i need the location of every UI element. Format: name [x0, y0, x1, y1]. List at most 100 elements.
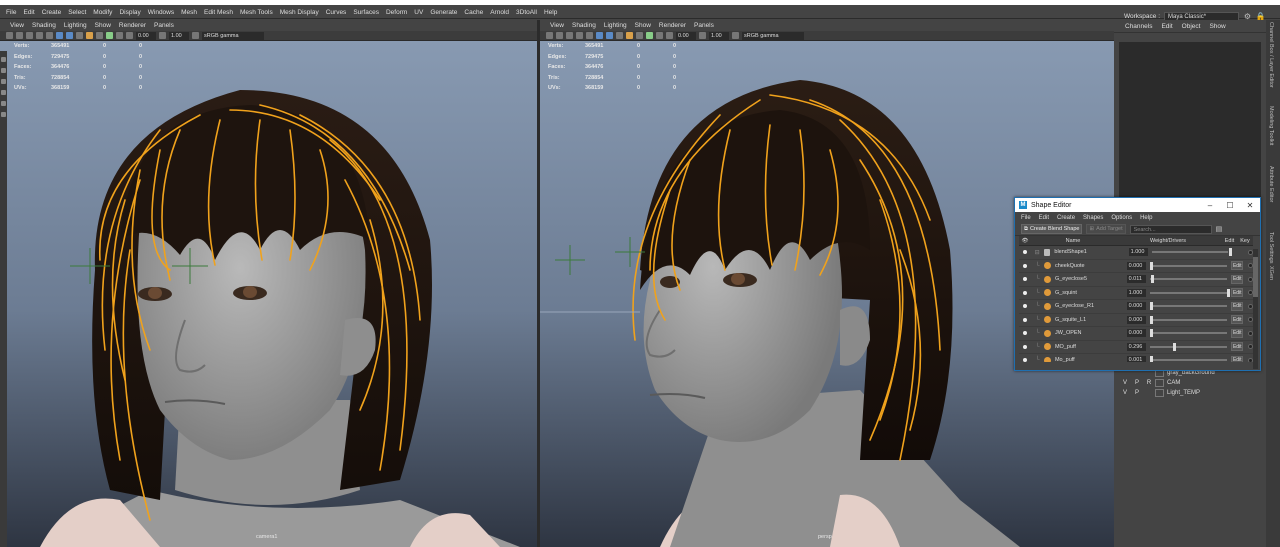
- slider-handle[interactable]: [1149, 261, 1153, 270]
- color-management-icon[interactable]: [732, 32, 739, 39]
- exposure-field[interactable]: 0.00: [676, 31, 696, 40]
- maximize-icon[interactable]: ☐: [1220, 201, 1240, 210]
- channel-box-tab-show[interactable]: Show: [1209, 23, 1225, 30]
- viewport-menu-shading[interactable]: Shading: [572, 22, 596, 29]
- weight-slider[interactable]: [1149, 275, 1228, 284]
- blend-shape-row[interactable]: ⊟ blendShape1 1.000: [1019, 246, 1253, 260]
- menu-item-edit-mesh[interactable]: Edit Mesh: [204, 9, 233, 16]
- menu-item-modify[interactable]: Modify: [93, 9, 112, 16]
- resolution-gate-icon[interactable]: [586, 32, 593, 39]
- scrollbar-thumb[interactable]: [1253, 257, 1258, 297]
- target-row[interactable]: └ cheekQuote 0.000 Edit: [1019, 260, 1253, 273]
- shape-editor-menu-shapes[interactable]: Shapes: [1083, 215, 1103, 221]
- gamma-field[interactable]: 1.00: [709, 31, 729, 40]
- gamma-icon[interactable]: [699, 32, 706, 39]
- channel-box-tab-object[interactable]: Object: [1182, 23, 1201, 30]
- menu-item-display[interactable]: Display: [119, 9, 140, 16]
- layer-row[interactable]: V P Light_TEMP: [1119, 388, 1261, 398]
- layer-toggle-p[interactable]: P: [1131, 380, 1143, 386]
- target-row[interactable]: └ G_eyeclose_R1 0.000 Edit: [1019, 300, 1253, 314]
- side-tab-modeling-toolkit[interactable]: Modeling Toolkit: [1268, 106, 1274, 145]
- camera-icon[interactable]: [6, 32, 13, 39]
- shape-list-scrollbar[interactable]: [1253, 249, 1258, 369]
- grid-icon[interactable]: [566, 32, 573, 39]
- bookmark-icon[interactable]: [16, 32, 23, 39]
- wireframe-icon[interactable]: [596, 32, 603, 39]
- target-row[interactable]: └ MO_puff 0.296 Edit: [1019, 341, 1253, 354]
- menu-item-help[interactable]: Help: [544, 9, 557, 16]
- exposure-icon[interactable]: [126, 32, 133, 39]
- lights-icon[interactable]: [86, 32, 93, 39]
- colorspace-dropdown[interactable]: sRGB gamma: [202, 31, 264, 40]
- edit-button[interactable]: Edit: [1231, 288, 1244, 298]
- add-target-button[interactable]: ⊞ Add Target: [1086, 224, 1126, 234]
- weight-field[interactable]: 0.296: [1126, 342, 1146, 351]
- viewport-menu-view[interactable]: View: [550, 22, 564, 29]
- side-tab-xgen[interactable]: XGen: [1268, 266, 1274, 280]
- target-row[interactable]: └ G_squite_L1 0.000 Edit: [1019, 314, 1253, 327]
- menu-item-windows[interactable]: Windows: [148, 9, 174, 16]
- menu-item-arnold[interactable]: Arnold: [490, 9, 509, 16]
- menu-item-uv[interactable]: UV: [414, 9, 423, 16]
- xray-icon[interactable]: [116, 32, 123, 39]
- shape-editor-menu-help[interactable]: Help: [1140, 215, 1152, 221]
- isolate-icon[interactable]: [646, 32, 653, 39]
- visibility-toggle[interactable]: [1019, 290, 1031, 295]
- weight-field[interactable]: 1.000: [1128, 248, 1148, 257]
- visibility-toggle[interactable]: [1019, 250, 1030, 255]
- resolution-gate-icon[interactable]: [46, 32, 53, 39]
- grid-icon[interactable]: [26, 32, 33, 39]
- gamma-field[interactable]: 1.00: [169, 31, 189, 40]
- edit-button[interactable]: Edit: [1231, 274, 1244, 284]
- menu-item-generate[interactable]: Generate: [430, 9, 457, 16]
- shape-editor-menu-options[interactable]: Options: [1111, 215, 1132, 221]
- layer-toggle-v[interactable]: V: [1119, 390, 1131, 396]
- visibility-toggle[interactable]: [1019, 317, 1031, 322]
- slider-handle[interactable]: [1172, 342, 1176, 351]
- isolate-icon[interactable]: [106, 32, 113, 39]
- menu-item-mesh[interactable]: Mesh: [181, 9, 197, 16]
- side-tab-channel-box-layer-editor[interactable]: Channel Box / Layer Editor: [1268, 22, 1274, 88]
- menu-item-deform[interactable]: Deform: [386, 9, 407, 16]
- shape-editor-menu-edit[interactable]: Edit: [1039, 215, 1049, 221]
- weight-slider[interactable]: [1149, 356, 1228, 362]
- slider-handle[interactable]: [1149, 329, 1153, 338]
- menu-item-select[interactable]: Select: [68, 9, 86, 16]
- slider-handle[interactable]: [1150, 356, 1154, 362]
- layer-toggle-v[interactable]: V: [1119, 380, 1131, 386]
- visibility-toggle[interactable]: [1019, 304, 1031, 309]
- layer-toggle-p[interactable]: P: [1131, 390, 1143, 396]
- edit-button[interactable]: Edit: [1231, 328, 1244, 338]
- film-gate-icon[interactable]: [576, 32, 583, 39]
- weight-field[interactable]: 0.000: [1126, 302, 1146, 311]
- shape-editor-window[interactable]: M Shape Editor – ☐ ✕ File Edit Create Shape…: [1014, 197, 1261, 371]
- shadows-icon[interactable]: [636, 32, 643, 39]
- camera-icon[interactable]: [546, 32, 553, 39]
- slider-handle[interactable]: [1149, 315, 1153, 324]
- viewport-menu-panels[interactable]: Panels: [694, 22, 714, 29]
- channel-box-tab-channels[interactable]: Channels: [1125, 23, 1152, 30]
- wireframe-icon[interactable]: [56, 32, 63, 39]
- shape-editor-titlebar[interactable]: M Shape Editor – ☐ ✕: [1015, 198, 1260, 212]
- tool-icon[interactable]: [1, 68, 6, 73]
- tool-icon[interactable]: [1, 112, 6, 117]
- viewport-menu-show[interactable]: Show: [95, 22, 111, 29]
- menu-item-edit[interactable]: Edit: [23, 9, 34, 16]
- textured-icon[interactable]: [76, 32, 83, 39]
- viewport-menu-shading[interactable]: Shading: [32, 22, 56, 29]
- weight-slider[interactable]: [1149, 261, 1228, 270]
- menu-item-surfaces[interactable]: Surfaces: [353, 9, 379, 16]
- visibility-toggle[interactable]: [1019, 263, 1031, 268]
- edit-button[interactable]: Edit: [1231, 355, 1244, 362]
- tool-icon[interactable]: [1, 90, 6, 95]
- edit-button[interactable]: Edit: [1231, 342, 1244, 352]
- weight-slider[interactable]: [1149, 302, 1228, 311]
- target-row[interactable]: └ JW_OPEN 0.000 Edit: [1019, 327, 1253, 341]
- edit-button[interactable]: Edit: [1231, 315, 1244, 325]
- target-row[interactable]: └ Mo_puff 0.001 Edit: [1019, 354, 1253, 362]
- smooth-shade-icon[interactable]: [606, 32, 613, 39]
- weight-slider[interactable]: [1149, 288, 1230, 297]
- weight-field[interactable]: 1.000: [1126, 288, 1146, 297]
- menu-item-cache[interactable]: Cache: [464, 9, 483, 16]
- visibility-toggle[interactable]: [1019, 344, 1031, 349]
